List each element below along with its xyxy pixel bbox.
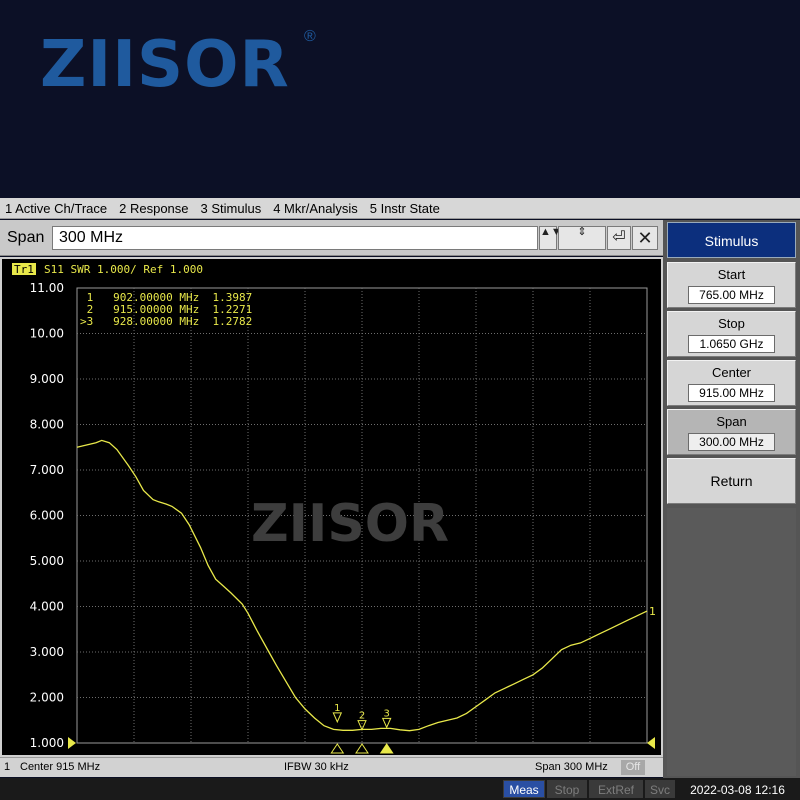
step-button[interactable]: ⇕ [558, 226, 606, 250]
status-channel: 1 [4, 761, 11, 773]
marker-2-label: 2 [359, 711, 365, 722]
enter-icon: ⏎ [612, 229, 626, 246]
span-label: Span [716, 414, 747, 429]
ref-arrow-left [68, 737, 76, 749]
marker-3-icon [381, 717, 392, 729]
cancel-button[interactable]: ✕ [632, 226, 658, 250]
svc-indicator: Svc [645, 780, 675, 798]
menu-mkr-analysis[interactable]: 4 Mkr/Analysis [268, 201, 365, 216]
entry-label: Span [7, 229, 45, 246]
marker-1-base-icon [330, 743, 345, 754]
y-tick-label: 2.000 [30, 691, 64, 705]
instrument-status-bar: Meas Stop ExtRef Svc 2022-03-08 12:16 [0, 778, 800, 800]
center-label: Center [711, 365, 752, 380]
menu-instr-state[interactable]: 5 Instr State [365, 201, 447, 216]
return-softkey[interactable]: Return [667, 458, 796, 504]
brand-banner: ZIISOR ® [0, 0, 800, 198]
status-ifbw: IFBW 30 kHz [284, 761, 349, 773]
marker-3-base-icon [379, 743, 394, 754]
softkey-title: Stimulus [667, 222, 796, 258]
trace-end-label: 1 [649, 605, 656, 618]
center-value: 915.00 MHz [688, 384, 775, 402]
marker-1-label: 1 [334, 703, 340, 714]
start-label: Start [717, 267, 746, 282]
enter-button[interactable]: ⏎ [607, 226, 631, 250]
trace: 1 [76, 439, 656, 732]
registered-mark: ® [304, 28, 316, 45]
status-span: Span 300 MHz [535, 761, 608, 773]
softkey-empty-area [667, 508, 796, 776]
ref-arrow-right [647, 737, 655, 749]
y-tick-label: 6.000 [30, 509, 64, 523]
softkey-panel: Stimulus Start 765.00 MHz Stop 1.0650 GH… [663, 220, 800, 778]
y-tick-label: 8.000 [30, 418, 64, 432]
y-tick-label: 10.00 [30, 327, 64, 341]
stop-softkey[interactable]: Stop 1.0650 GHz [667, 311, 796, 357]
y-tick-label: 5.000 [30, 554, 64, 568]
start-softkey[interactable]: Start 765.00 MHz [667, 262, 796, 308]
y-tick-label: 11.00 [30, 281, 64, 295]
extref-indicator: ExtRef [589, 780, 643, 798]
stop-value: 1.0650 GHz [688, 335, 775, 353]
stop-label: Stop [718, 316, 745, 331]
y-tick-label: 9.000 [30, 372, 64, 386]
menu-active-ch-trace[interactable]: 1 Active Ch/Trace [0, 201, 114, 216]
y-tick-label: 4.000 [30, 600, 64, 614]
y-tick-label: 7.000 [30, 463, 64, 477]
start-value: 765.00 MHz [688, 286, 775, 304]
close-icon: ✕ [637, 228, 653, 248]
trace-header: S11 SWR 1.000/ Ref 1.000 [44, 263, 203, 276]
step-icon: ⇕ [577, 226, 587, 238]
entry-bar: Span 300 MHz ▲▼ ⇕ ⏎ ✕ [0, 220, 663, 256]
watermark: ZIISOR [251, 494, 449, 554]
meas-indicator: Meas [503, 780, 545, 798]
marker-1-icon [332, 712, 343, 724]
channel-status-bar: 1 Center 915 MHz IFBW 30 kHz Span 300 MH… [0, 757, 663, 777]
span-value: 300.00 MHz [688, 433, 775, 451]
menu-bar: 1 Active Ch/Trace 2 Response 3 Stimulus … [0, 198, 800, 219]
span-entry-input[interactable]: 300 MHz [52, 226, 538, 250]
spin-up-down-button[interactable]: ▲▼ [539, 226, 562, 250]
date-time: 2022-03-08 12:16 [677, 780, 798, 798]
marker-3-label: 3 [384, 708, 390, 719]
y-tick-label: 3.000 [30, 645, 64, 659]
brand-logo: ZIISOR [40, 28, 290, 102]
menu-response[interactable]: 2 Response [114, 201, 195, 216]
swr-chart: 11.00 10.00 9.000 8.000 7.000 6.000 5.000 4.000… [12, 263, 656, 754]
status-center: Center 915 MHz [20, 761, 101, 773]
status-off-badge[interactable]: Off [621, 760, 645, 775]
y-tick-label: 1.000 [30, 736, 64, 750]
trace-tag: Tr1 [14, 263, 34, 276]
marker-row-3: >3 928.00000 MHz 1.2782 [80, 315, 252, 328]
stop-indicator: Stop [547, 780, 587, 798]
menu-stimulus[interactable]: 3 Stimulus [196, 201, 269, 216]
span-softkey[interactable]: Span 300.00 MHz [667, 409, 796, 455]
marker-2-icon [357, 720, 367, 731]
marker-2-base-icon [355, 743, 369, 754]
trace-window[interactable]: 11.00 10.00 9.000 8.000 7.000 6.000 5.000 4.000… [0, 257, 663, 757]
center-softkey[interactable]: Center 915.00 MHz [667, 360, 796, 406]
